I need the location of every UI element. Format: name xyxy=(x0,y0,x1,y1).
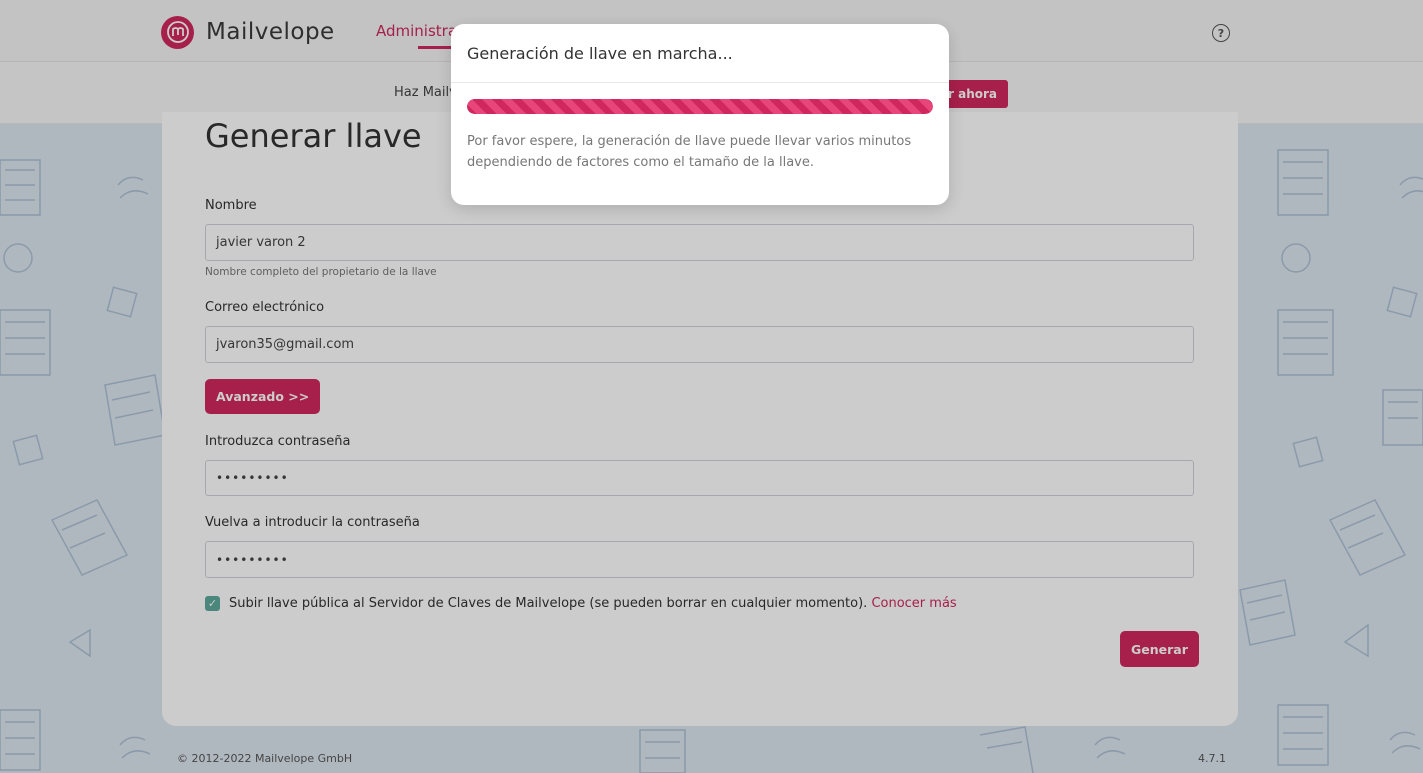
modal-body-text: Por favor espere, la generación de llave… xyxy=(467,134,912,170)
progress-bar-fill xyxy=(467,99,933,114)
key-generation-modal: Generación de llave en marcha... Por fav… xyxy=(451,24,949,205)
modal-title: Generación de llave en marcha... xyxy=(467,44,733,63)
modal-divider xyxy=(451,82,949,83)
key-generation-progress-bar xyxy=(467,99,933,114)
